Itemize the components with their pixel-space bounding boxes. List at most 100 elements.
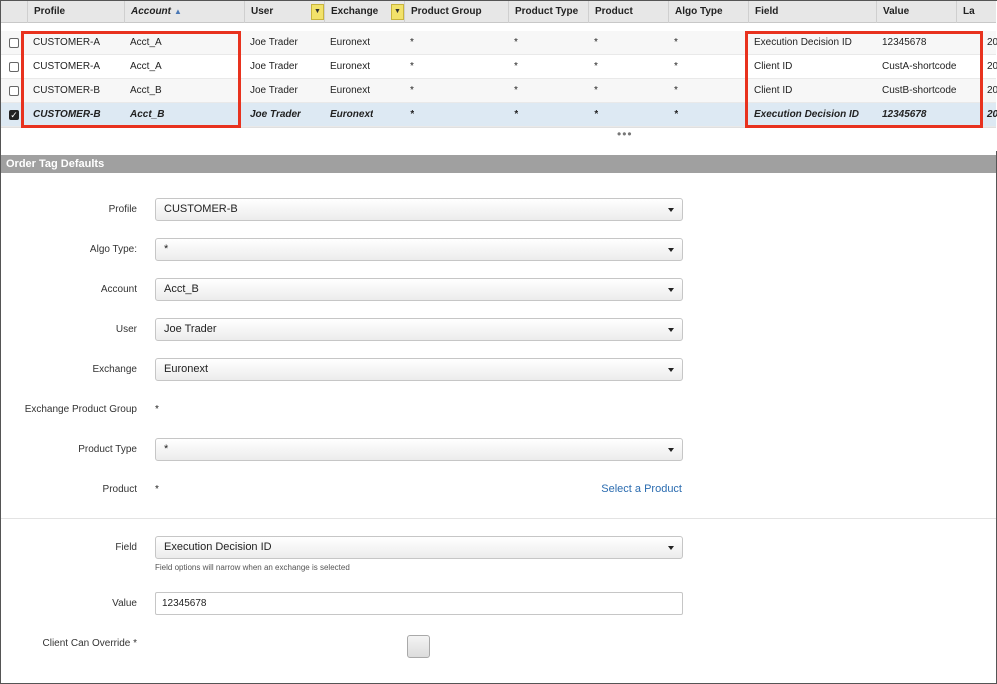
header-field[interactable]: Field bbox=[748, 1, 876, 23]
value-label: Value bbox=[112, 598, 137, 609]
field-label: Field bbox=[115, 542, 137, 553]
cell-user: Joe Trader bbox=[250, 61, 298, 72]
sort-ascending-icon[interactable]: ▲ bbox=[174, 7, 182, 16]
cell-algo-type: * bbox=[674, 37, 678, 48]
cell-product: * bbox=[594, 37, 598, 48]
override-label: Client Can Override * bbox=[42, 638, 137, 649]
header-value[interactable]: Value bbox=[876, 1, 956, 23]
product-type-label: Product Type bbox=[78, 444, 137, 455]
cell-exchange: Euronext bbox=[330, 109, 374, 120]
cell-user: Joe Trader bbox=[250, 109, 301, 120]
cell-product-type: * bbox=[514, 109, 518, 120]
client-override-checkbox[interactable] bbox=[407, 635, 430, 658]
product-value: * bbox=[155, 484, 159, 495]
field-hint: Field options will narrow when an exchan… bbox=[155, 563, 350, 572]
cell-product: * bbox=[594, 85, 598, 96]
header-product[interactable]: Product bbox=[588, 1, 668, 23]
algo-type-label: Algo Type: bbox=[89, 244, 137, 255]
table-row[interactable]: CUSTOMER-A Acct_A Joe Trader Euronext * … bbox=[1, 55, 997, 79]
cell-profile: CUSTOMER-A bbox=[33, 37, 101, 48]
product-group-label: Exchange Product Group bbox=[24, 404, 137, 415]
cell-account: Acct_B bbox=[130, 85, 162, 96]
table-row[interactable]: CUSTOMER-B Acct_B Joe Trader Euronext * … bbox=[1, 79, 997, 103]
cell-exchange: Euronext bbox=[330, 61, 371, 72]
user-select[interactable]: Joe Trader bbox=[155, 318, 683, 341]
table-row-selected[interactable]: ✓ CUSTOMER-B Acct_B Joe Trader Euronext … bbox=[1, 103, 997, 127]
dropdown-caret-icon bbox=[668, 328, 674, 332]
cell-product-group: * bbox=[410, 85, 414, 96]
select-product-link[interactable]: Select a Product bbox=[601, 483, 682, 495]
filter-icon[interactable]: ▼ bbox=[311, 4, 324, 20]
cell-last: 20 bbox=[987, 61, 997, 72]
cell-account: Acct_B bbox=[130, 109, 165, 120]
more-icon[interactable]: ••• bbox=[617, 127, 633, 141]
cell-product-group: * bbox=[410, 61, 414, 72]
algo-type-select[interactable]: * bbox=[155, 238, 683, 261]
cell-value: CustA-shortcode bbox=[882, 61, 957, 72]
cell-value: CustB-shortcode bbox=[882, 85, 957, 96]
row-checkbox-checked[interactable]: ✓ bbox=[9, 110, 19, 120]
user-label: User bbox=[115, 324, 137, 335]
account-select[interactable]: Acct_B bbox=[155, 278, 683, 301]
header-product-type[interactable]: Product Type bbox=[508, 1, 588, 23]
cell-field: Client ID bbox=[754, 85, 793, 96]
cell-profile: CUSTOMER-B bbox=[33, 109, 101, 120]
header-user[interactable]: User ▼ bbox=[244, 1, 324, 23]
header-algo-type[interactable]: Algo Type bbox=[668, 1, 748, 23]
cell-product-type: * bbox=[514, 61, 518, 72]
filter-icon[interactable]: ▼ bbox=[391, 4, 404, 20]
cell-product: * bbox=[594, 61, 598, 72]
cell-account: Acct_A bbox=[130, 61, 162, 72]
header-last[interactable]: La bbox=[956, 1, 996, 23]
exchange-select[interactable]: Euronext bbox=[155, 358, 683, 381]
header-exchange[interactable]: Exchange ▼ bbox=[324, 1, 404, 23]
grid-header: Profile Account ▲ User ▼ Exchange ▼ Product… bbox=[1, 1, 996, 23]
cell-exchange: Euronext bbox=[330, 37, 371, 48]
cell-product-group: * bbox=[410, 109, 414, 120]
table-row[interactable]: CUSTOMER-A Acct_A Joe Trader Euronext * … bbox=[1, 31, 997, 55]
header-select bbox=[1, 1, 27, 23]
account-label: Account bbox=[100, 284, 137, 295]
grid-divider bbox=[1, 127, 996, 128]
section-title: Order Tag Defaults bbox=[1, 155, 996, 173]
cell-account: Acct_A bbox=[130, 37, 162, 48]
product-group-value: * bbox=[155, 404, 159, 415]
product-label: Product bbox=[102, 484, 137, 495]
cell-user: Joe Trader bbox=[250, 85, 298, 96]
header-product-group[interactable]: Product Group bbox=[404, 1, 508, 23]
exchange-label: Exchange bbox=[92, 364, 137, 375]
cell-profile: CUSTOMER-A bbox=[33, 61, 101, 72]
row-checkbox[interactable] bbox=[9, 86, 19, 96]
header-account[interactable]: Account ▲ bbox=[124, 1, 244, 23]
value-input[interactable]: 12345678 bbox=[155, 592, 683, 615]
cell-value: 12345678 bbox=[882, 109, 927, 120]
cell-field: Execution Decision ID bbox=[754, 37, 852, 48]
row-checkbox[interactable] bbox=[9, 62, 19, 72]
dropdown-caret-icon bbox=[668, 208, 674, 212]
cell-algo-type: * bbox=[674, 85, 678, 96]
cell-algo-type: * bbox=[674, 109, 678, 120]
cell-profile: CUSTOMER-B bbox=[33, 85, 101, 96]
product-type-select[interactable]: * bbox=[155, 438, 683, 461]
dropdown-caret-icon bbox=[668, 248, 674, 252]
order-tag-grid: Profile Account ▲ User ▼ Exchange ▼ Product… bbox=[1, 1, 997, 151]
cell-user: Joe Trader bbox=[250, 37, 298, 48]
cell-algo-type: * bbox=[674, 61, 678, 72]
cell-exchange: Euronext bbox=[330, 85, 371, 96]
cell-product: * bbox=[594, 109, 598, 120]
dropdown-caret-icon bbox=[668, 448, 674, 452]
dropdown-caret-icon bbox=[668, 368, 674, 372]
cell-last: 20 bbox=[987, 37, 997, 48]
dropdown-caret-icon bbox=[668, 546, 674, 550]
cell-product-group: * bbox=[410, 37, 414, 48]
profile-label: Profile bbox=[108, 204, 137, 215]
header-profile[interactable]: Profile bbox=[27, 1, 124, 23]
form-divider bbox=[1, 518, 996, 519]
cell-field: Execution Decision ID bbox=[754, 109, 860, 120]
cell-last: 20 bbox=[987, 85, 997, 96]
cell-last: 20 bbox=[987, 109, 997, 120]
row-checkbox[interactable] bbox=[9, 38, 19, 48]
profile-select[interactable]: CUSTOMER-B bbox=[155, 198, 683, 221]
cell-field: Client ID bbox=[754, 61, 793, 72]
field-select[interactable]: Execution Decision ID bbox=[155, 536, 683, 559]
